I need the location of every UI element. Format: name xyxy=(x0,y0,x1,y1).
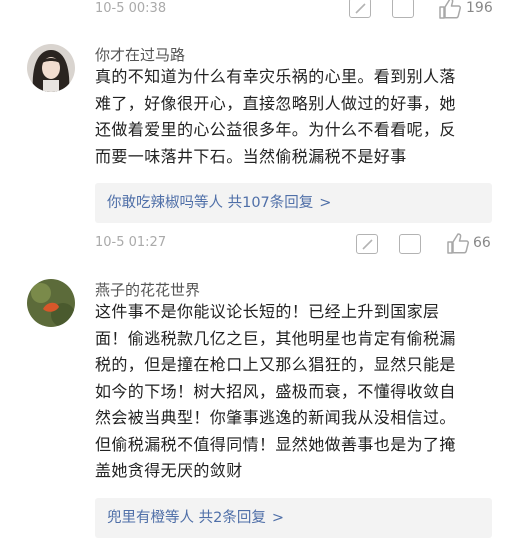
comment-body: 这件事不是你能议论长短的！已经上升到国家层 面！偷逃税款几亿之巨，其他明星也肯定… xyxy=(95,299,495,485)
like-count: 66 xyxy=(473,235,491,251)
comment-line: 而要一味落井下石。当然偷税漏税不是好事 xyxy=(95,146,407,166)
comment-line: 税的，但是撞在枪口上又那么猖狂的，显然只能是 xyxy=(95,355,456,374)
edit-icon[interactable] xyxy=(349,0,371,18)
top-meta-row: 10-5 00:38 196 xyxy=(0,0,512,30)
comment-line: 盖她贪得无厌的敛财 xyxy=(95,461,243,480)
comment-line: 还做着爱里的心公益很多年。为什么不看看呢，反 xyxy=(95,120,456,139)
chevron-right-icon: > xyxy=(319,195,332,211)
comment-icon[interactable] xyxy=(392,0,414,18)
avatar[interactable] xyxy=(27,279,75,327)
comment-timestamp: 10-5 01:27 xyxy=(95,235,167,250)
username[interactable]: 燕子的花花世界 xyxy=(95,279,200,300)
username[interactable]: 你才在过马路 xyxy=(95,44,185,65)
comment-line: 然会被当典型！你肇事逃逸的新闻我从没相信过。 xyxy=(95,408,456,427)
reply-summary-text: 兜里有橙等人 共2条回复 xyxy=(107,510,266,526)
thumbs-up-icon[interactable] xyxy=(438,0,462,23)
reply-summary-link[interactable]: 兜里有橙等人 共2条回复 > xyxy=(95,498,492,538)
reply-summary-text: 你敢吃辣椒吗等人 共107条回复 xyxy=(107,195,314,211)
comment-body: 真的不知道为什么有幸灾乐祸的心里。看到别人落 难了，好像很开心，直接忽略别人做过… xyxy=(95,64,495,170)
comment-line: 难了，好像很开心，直接忽略别人做过的好事，她 xyxy=(95,93,456,113)
comment-line: 真的不知道为什么有幸灾乐祸的心里。看到别人落 xyxy=(95,67,456,86)
thumbs-up-icon[interactable] xyxy=(446,232,470,258)
avatar[interactable] xyxy=(27,44,75,92)
chevron-right-icon: > xyxy=(271,510,284,526)
comment-timestamp: 10-5 00:38 xyxy=(95,1,167,16)
comment-line: 但偷税漏税不值得同情！显然她做善事也是为了掩 xyxy=(95,434,456,454)
edit-icon[interactable] xyxy=(356,234,378,254)
comment-line: 面！偷逃税款几亿之巨，其他明星也肯定有偷税漏 xyxy=(95,328,456,348)
comment-line: 如今的下场！树大招风，盛极而衰，不懂得收敛自 xyxy=(95,381,456,401)
reply-summary-link[interactable]: 你敢吃辣椒吗等人 共107条回复 > xyxy=(95,183,492,223)
comment-icon[interactable] xyxy=(399,234,421,254)
comment-meta-row: 10-5 01:27 66 xyxy=(0,232,512,262)
like-count: 196 xyxy=(466,0,493,16)
comment-line: 这件事不是你能议论长短的！已经上升到国家层 xyxy=(95,302,440,321)
